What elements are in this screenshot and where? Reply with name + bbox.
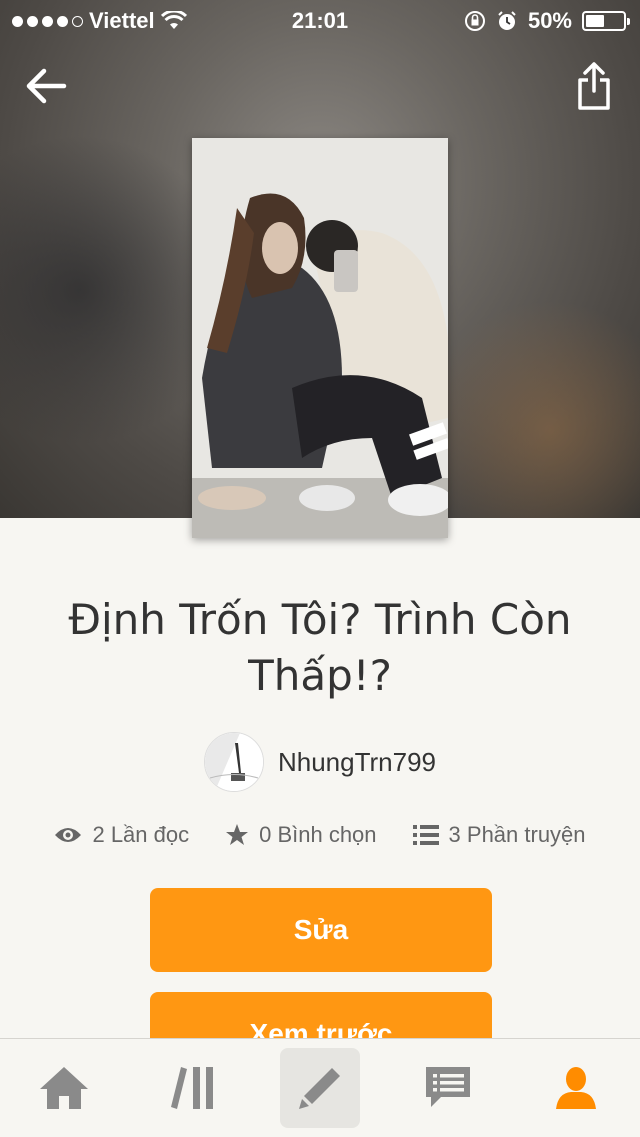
tab-bar [0, 1038, 640, 1137]
star-icon [226, 824, 249, 845]
share-button[interactable] [566, 58, 622, 114]
votes-stat: 0 Bình chọn [225, 822, 377, 848]
story-stats: 2 Lần đọc 0 Bình chọn 3 Phần truyện [0, 822, 640, 848]
author-row[interactable]: NhungTrn799 [0, 732, 640, 792]
share-icon [578, 62, 610, 110]
messages-icon [426, 1067, 470, 1107]
tab-write[interactable] [280, 1048, 360, 1128]
list-icon [412, 825, 439, 845]
tab-home[interactable] [24, 1048, 104, 1128]
status-bar: Viettel 21:01 50% [0, 0, 640, 40]
story-title: Định Trốn Tôi? Trình Còn Thấp!? [68, 595, 572, 700]
home-icon [40, 1067, 88, 1109]
alarm-icon [498, 11, 516, 30]
battery-percent: 50% [527, 8, 572, 33]
cover-photo [192, 138, 448, 538]
profile-icon [556, 1067, 596, 1109]
arrow-left-icon [26, 68, 67, 104]
parts-stat[interactable]: 3 Phần truyện [412, 822, 586, 848]
edit-button[interactable]: Sửa [150, 888, 492, 972]
author-name[interactable]: NhungTrn799 [278, 747, 436, 778]
reads-stat: 2 Lần đọc [54, 822, 189, 848]
eye-icon [55, 828, 82, 842]
library-icon [171, 1067, 213, 1109]
tab-messages[interactable] [408, 1048, 488, 1128]
author-avatar[interactable] [203, 732, 264, 792]
reads-label: 2 Lần đọc [92, 822, 190, 847]
rotation-lock-icon [464, 11, 485, 31]
votes-label: 0 Bình chọn [259, 822, 377, 847]
write-icon [299, 1068, 340, 1109]
tab-profile[interactable] [536, 1048, 616, 1128]
battery-icon [582, 11, 630, 31]
parts-label: 3 Phần truyện [448, 822, 586, 847]
story-cover-image[interactable] [192, 138, 448, 538]
back-button[interactable] [18, 58, 74, 114]
tab-library[interactable] [152, 1048, 232, 1128]
